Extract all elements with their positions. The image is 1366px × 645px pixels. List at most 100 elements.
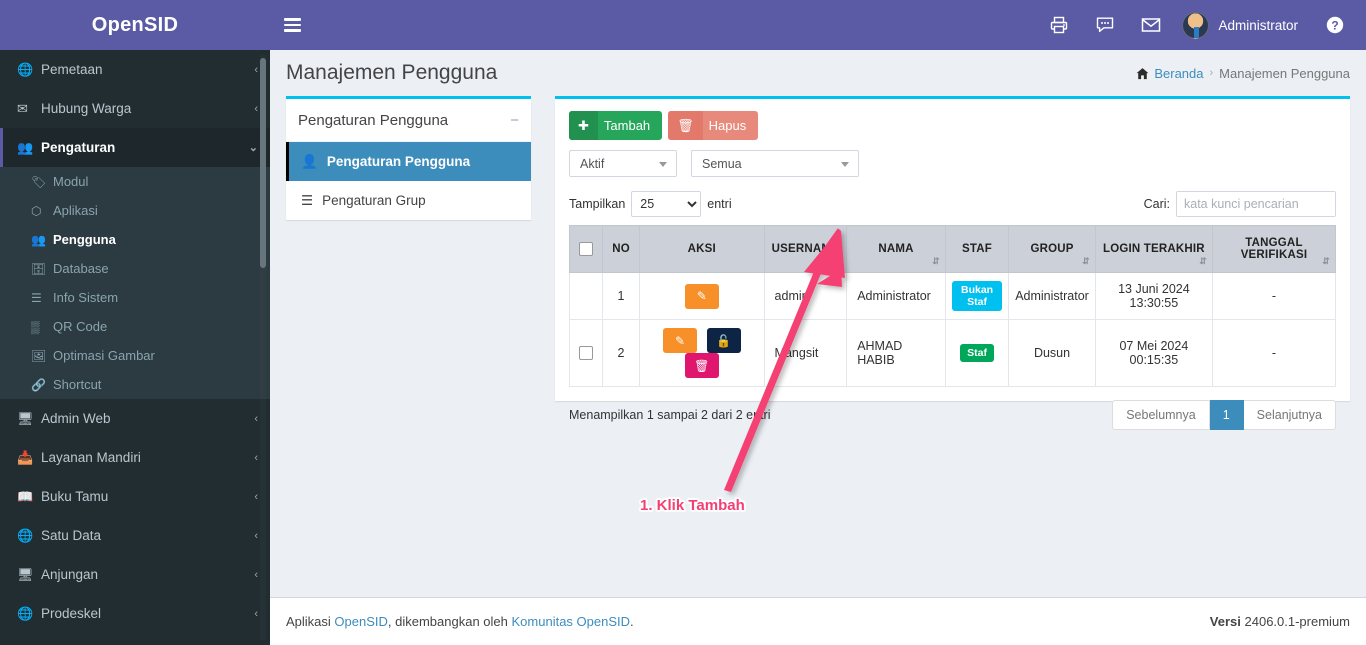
sidebar-nav: 🌐 Pemetaan ‹ ✉ Hubung Warga ‹ 👥 Pengatur… xyxy=(0,50,270,645)
column-login-terakhir[interactable]: LOGIN TERAKHIR ⇵ xyxy=(1094,225,1213,273)
server-icon: ☰ xyxy=(31,290,42,305)
column-group[interactable]: GROUP ⇵ xyxy=(1008,225,1096,273)
sidebar-item-pengaturan[interactable]: 👥 Pengaturan ⌄ xyxy=(0,128,270,167)
list-icon: ☰ xyxy=(301,192,314,208)
group-filter-select[interactable]: Semua xyxy=(691,150,859,177)
footer-link-opensid[interactable]: OpenSID xyxy=(334,614,387,629)
chevron-left-icon: ‹ xyxy=(254,490,258,503)
row-login: 07 Mei 2024 00:15:35 xyxy=(1094,319,1213,387)
chevron-down-icon: ⌄ xyxy=(248,142,258,154)
page-length-suffix: entri xyxy=(707,197,732,211)
sidebar-item-qr-code[interactable]: ▒ QR Code xyxy=(0,312,270,341)
sidebar-item-pemetaan[interactable]: 🌐 Pemetaan ‹ xyxy=(0,50,270,89)
users-toolbar: ✚ Tambah 🗑 Hapus xyxy=(555,99,1350,144)
sidebar-item-aplikasi[interactable]: ⬡ Aplikasi xyxy=(0,196,270,225)
row-actions: ✎ 🔓 🗑 xyxy=(639,319,765,387)
chevron-left-icon: ‹ xyxy=(254,451,258,464)
desktop-icon: 🖥 xyxy=(17,410,34,426)
row-verifikasi: - xyxy=(1211,319,1337,387)
edit-icon-button[interactable]: ✎ xyxy=(663,328,698,353)
user-menu[interactable]: Administrator xyxy=(1174,0,1312,50)
breadcrumb: Beranda › Manajemen Pengguna xyxy=(1136,66,1366,81)
envelope-icon[interactable] xyxy=(1128,0,1174,50)
footer-credits: Aplikasi OpenSID, dikembangkan oleh Komu… xyxy=(286,614,634,629)
column-nama[interactable]: NAMA ⇵ xyxy=(846,225,946,273)
print-icon[interactable] xyxy=(1036,0,1082,50)
annotation-label: 1. Klik Tambah xyxy=(640,497,745,514)
column-tanggal-verifikasi[interactable]: TANGGAL VERIFIKASI ⇵ xyxy=(1211,225,1337,273)
column-aksi[interactable]: AKSI xyxy=(639,225,765,273)
sort-icon: ⇵ xyxy=(833,256,842,266)
chevron-left-icon: ‹ xyxy=(254,102,258,115)
chevron-left-icon: ‹ xyxy=(254,568,258,581)
sidebar-item-hubung-warga[interactable]: ✉ Hubung Warga ‹ xyxy=(0,89,270,128)
delete-button[interactable]: 🗑 Hapus xyxy=(668,111,759,140)
sidebar-item-info-sistem[interactable]: ☰ Info Sistem xyxy=(0,283,270,312)
brand-logo[interactable]: OpenSID xyxy=(0,0,270,50)
sidebar-item-label: Pengaturan xyxy=(41,140,116,155)
sidebar-item-prodeskel[interactable]: 🌐 Prodeskel ‹ xyxy=(0,594,270,633)
select-all-checkbox[interactable] xyxy=(579,242,594,256)
delete-icon-button[interactable]: 🗑 xyxy=(684,353,719,378)
chevron-left-icon: ‹ xyxy=(254,607,258,620)
search-input[interactable] xyxy=(1176,191,1336,217)
row-verifikasi: - xyxy=(1211,272,1337,320)
help-icon[interactable]: ? xyxy=(1312,0,1358,50)
sidebar-item-label: Prodeskel xyxy=(41,606,102,621)
footer-suffix: . xyxy=(630,614,634,629)
panel-link-pengaturan-grup[interactable]: ☰ Pengaturan Grup xyxy=(286,181,531,220)
row-staf: Staf xyxy=(944,319,1010,387)
sidebar-item-satu-data[interactable]: 🌐 Satu Data ‹ xyxy=(0,516,270,555)
cube-icon: ⬡ xyxy=(31,203,42,218)
collapse-icon[interactable]: − xyxy=(510,113,519,128)
hamburger-bars xyxy=(283,15,301,35)
sidebar-item-modul[interactable]: 🏷 Modul xyxy=(0,167,270,196)
breadcrumb-home[interactable]: Beranda xyxy=(1136,66,1204,81)
row-select-cell xyxy=(568,319,604,387)
sidebar-item-shortcut[interactable]: 🔗 Shortcut xyxy=(0,370,270,399)
panel-link-pengaturan-pengguna[interactable]: 👤 Pengaturan Pengguna xyxy=(286,142,531,181)
sidebar-item-admin-web[interactable]: 🖥 Admin Web ‹ xyxy=(0,399,270,438)
table-controls: Tampilkan 25 entri Cari: xyxy=(555,187,1350,225)
column-login-label: LOGIN TERAKHIR xyxy=(1102,243,1205,255)
chat-icon[interactable] xyxy=(1082,0,1128,50)
sort-icon: ⇵ xyxy=(1199,256,1207,266)
pagination-prev[interactable]: Sebelumnya xyxy=(1112,400,1210,430)
sidebar-item-label: Hubung Warga xyxy=(41,101,132,116)
sidebar-item-label: Optimasi Gambar xyxy=(53,348,155,363)
users-icon: 👥 xyxy=(17,139,34,155)
sidebar-item-layanan-mandiri[interactable]: 📥 Layanan Mandiri ‹ xyxy=(0,438,270,477)
sidebar-scrollbar-thumb[interactable] xyxy=(260,58,266,268)
table-row: 1 ✎ admin Administrator Bukan Staf Admin… xyxy=(568,272,1337,320)
delete-button-label: Hapus xyxy=(708,118,747,133)
sidebar-item-label: Database xyxy=(53,261,109,276)
page-length-select[interactable]: 25 xyxy=(631,191,702,217)
column-staf[interactable]: STAF xyxy=(944,225,1010,273)
column-no[interactable]: NO xyxy=(602,225,641,273)
sidebar-item-label: Modul xyxy=(53,174,89,189)
sidebar-item-label: Anjungan xyxy=(41,567,99,582)
sidebar-item-anjungan[interactable]: 🖥 Anjungan ‹ xyxy=(0,555,270,594)
pagination-page-1[interactable]: 1 xyxy=(1209,400,1244,430)
add-button[interactable]: ✚ Tambah xyxy=(569,111,663,140)
svg-text:?: ? xyxy=(1331,19,1338,33)
hamburger-menu-icon[interactable] xyxy=(270,0,314,50)
settings-panel: Pengaturan Pengguna − 👤 Pengaturan Pengg… xyxy=(286,96,531,220)
pagination-next[interactable]: Selanjutnya xyxy=(1243,400,1336,430)
link-icon: 🔗 xyxy=(31,377,46,392)
users-panel: ✚ Tambah 🗑 Hapus Aktif Semua Tampilkan 2… xyxy=(555,96,1350,430)
row-checkbox[interactable] xyxy=(579,346,594,361)
sidebar-item-database[interactable]: 🗄 Database xyxy=(0,254,270,283)
column-username[interactable]: USERNAME ⇵ xyxy=(763,225,848,273)
status-filter-select[interactable]: Aktif xyxy=(569,150,677,177)
row-nama: AHMAD HABIB xyxy=(846,319,946,387)
sidebar-item-pengguna[interactable]: 👥 Pengguna xyxy=(0,225,270,254)
book-icon: 📖 xyxy=(17,488,34,504)
unlock-icon-button[interactable]: 🔓 xyxy=(706,328,741,353)
brand-title: OpenSID xyxy=(91,13,179,36)
main-content: Pengaturan Pengguna − 👤 Pengaturan Pengg… xyxy=(270,96,1366,597)
footer-link-komunitas[interactable]: Komunitas OpenSID xyxy=(512,614,631,629)
edit-icon-button[interactable]: ✎ xyxy=(684,283,719,309)
sidebar-item-buku-tamu[interactable]: 📖 Buku Tamu ‹ xyxy=(0,477,270,516)
sidebar-item-optimasi-gambar[interactable]: 🖼 Optimasi Gambar xyxy=(0,341,270,370)
